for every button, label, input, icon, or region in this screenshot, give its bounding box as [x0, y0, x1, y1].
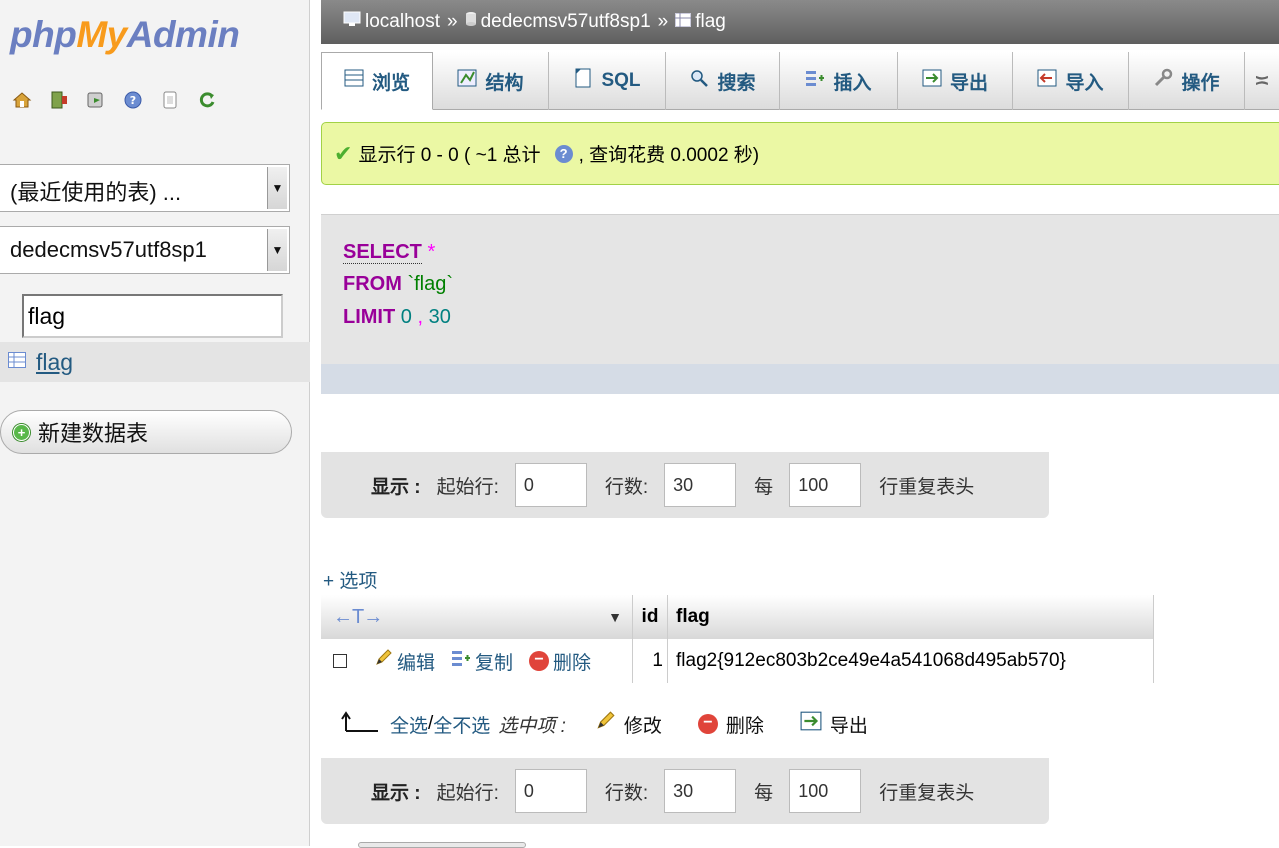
- column-header-id[interactable]: id: [633, 595, 668, 639]
- table-icon: [675, 11, 692, 33]
- start-row-input[interactable]: [514, 769, 587, 813]
- table-icon: [8, 351, 26, 373]
- table-filter-input[interactable]: [22, 294, 283, 338]
- import-icon: [1037, 69, 1057, 93]
- navigation-bar-bottom: 显示 : 起始行: 行数: 每 行重复表头: [321, 758, 1049, 824]
- tab-import[interactable]: 导入: [1013, 52, 1129, 110]
- help-icon[interactable]: ?: [123, 90, 143, 110]
- bulk-actions-bar: 全选 / 全不选 选中项 : 修改 − 删除 导出: [340, 705, 904, 743]
- bulk-modify-button[interactable]: 修改: [594, 710, 662, 738]
- recent-tables-select[interactable]: (最近使用的表) ... ▼: [0, 164, 290, 212]
- cell-flag: flag2{912ec803b2ce49e4a541068d495ab570}: [668, 639, 1154, 683]
- options-link[interactable]: + 选项: [323, 566, 377, 593]
- phpmyadmin-logo[interactable]: phpMyAdmin: [10, 14, 240, 56]
- insert-icon: [451, 649, 471, 673]
- add-icon: +: [13, 423, 30, 441]
- tab-export[interactable]: 导出: [898, 52, 1013, 110]
- delete-icon: −: [697, 714, 718, 734]
- database-select[interactable]: dedecmsv57utf8sp1 ▼: [0, 226, 290, 274]
- pencil-icon: [594, 710, 616, 738]
- breadcrumb: localhost » dedecmsv57utf8sp1 » flag: [321, 0, 1279, 44]
- exit-icon[interactable]: [49, 90, 69, 110]
- breadcrumb-table[interactable]: flag: [695, 11, 726, 33]
- sidebar-table-name[interactable]: flag: [36, 349, 73, 376]
- copy-row-button[interactable]: 复制: [451, 648, 513, 675]
- tab-structure[interactable]: 结构: [433, 52, 549, 110]
- row-checkbox[interactable]: [333, 654, 347, 668]
- export-icon: [922, 69, 942, 93]
- row-count-input[interactable]: [664, 769, 737, 813]
- server-icon: [343, 11, 361, 33]
- insert-icon: [805, 69, 825, 93]
- tab-search[interactable]: 搜索: [666, 52, 780, 110]
- export-icon: [800, 711, 822, 737]
- table-row: 编辑 复制 − 删除 1 flag2{912ec803b2ce49e4a5410…: [321, 639, 1154, 683]
- docs-icon[interactable]: [160, 90, 180, 110]
- chevron-down-icon[interactable]: ▼: [267, 167, 287, 209]
- new-table-button[interactable]: + 新建数据表: [0, 410, 292, 454]
- tab-more[interactable]: ≍: [1245, 52, 1279, 110]
- more-icon: ≍: [1254, 70, 1270, 92]
- sidebar-table-item[interactable]: flag: [0, 342, 310, 382]
- sql-icon: [573, 68, 593, 94]
- tab-sql[interactable]: SQL: [549, 52, 666, 110]
- column-resize-header[interactable]: ←T→ ▼: [321, 595, 633, 639]
- browse-icon: [344, 69, 364, 93]
- sql-query-box: SELECT * FROM `flag` LIMIT 0 , 30: [321, 214, 1279, 364]
- nav-icon-bar: ?: [12, 90, 217, 110]
- reload-icon[interactable]: [197, 90, 217, 110]
- start-row-input[interactable]: [514, 463, 587, 507]
- sql-query-icon[interactable]: [86, 90, 106, 110]
- repeat-header-input[interactable]: [789, 769, 862, 813]
- sql-box-footer: [321, 364, 1279, 394]
- delete-row-button[interactable]: − 删除: [529, 648, 591, 675]
- database-icon: [465, 11, 477, 33]
- table-tabs: 浏览 结构 SQL 搜索 插入 导出 导入 操作 ≍: [321, 52, 1279, 110]
- query-results-operations-box: [358, 842, 526, 848]
- repeat-header-input[interactable]: [789, 463, 862, 507]
- row-actions: 编辑 复制 − 删除: [321, 639, 633, 683]
- results-table: ←T→ ▼ id flag 编辑 复制 − 删除 1 flag2{912ec80…: [321, 595, 1154, 683]
- structure-icon: [457, 69, 477, 93]
- delete-icon: −: [529, 651, 550, 671]
- chevron-down-icon[interactable]: ▼: [267, 229, 287, 271]
- uncheck-all-link[interactable]: 全不选: [433, 711, 490, 738]
- success-message: ✔ 显示行 0 - 0 ( ~1 总计 ? , 查询花费 0.0002 秒): [321, 122, 1279, 185]
- wrench-icon: [1153, 68, 1173, 94]
- sort-dropdown-icon[interactable]: ▼: [608, 609, 622, 625]
- check-icon: ✔: [334, 140, 353, 166]
- navigation-bar-top: 显示 : 起始行: 行数: 每 行重复表头: [321, 452, 1049, 518]
- edit-row-button[interactable]: 编辑: [373, 648, 435, 675]
- tab-operations[interactable]: 操作: [1129, 52, 1245, 110]
- bulk-delete-button[interactable]: − 删除: [697, 711, 764, 738]
- tab-browse[interactable]: 浏览: [321, 52, 433, 110]
- sql-keyword-select[interactable]: SELECT: [343, 241, 422, 264]
- navigation-panel: phpMyAdmin ? (最近使用的表) ... ▼ dedecmsv57ut…: [0, 0, 310, 846]
- check-all-link[interactable]: 全选: [390, 711, 428, 738]
- cell-id: 1: [633, 639, 668, 683]
- pencil-icon: [373, 648, 393, 674]
- breadcrumb-server[interactable]: localhost: [365, 11, 440, 33]
- search-icon: [689, 68, 709, 94]
- table-header: ←T→ ▼ id flag: [321, 595, 1154, 639]
- column-header-flag[interactable]: flag: [668, 595, 1154, 639]
- row-count-input[interactable]: [664, 463, 737, 507]
- tab-insert[interactable]: 插入: [780, 52, 898, 110]
- home-icon[interactable]: [12, 90, 32, 110]
- bulk-export-button[interactable]: 导出: [800, 711, 868, 738]
- svg-text:?: ?: [130, 94, 136, 107]
- arrow-up-icon: [340, 709, 390, 740]
- help-icon[interactable]: ?: [554, 144, 573, 163]
- breadcrumb-database[interactable]: dedecmsv57utf8sp1: [481, 11, 651, 33]
